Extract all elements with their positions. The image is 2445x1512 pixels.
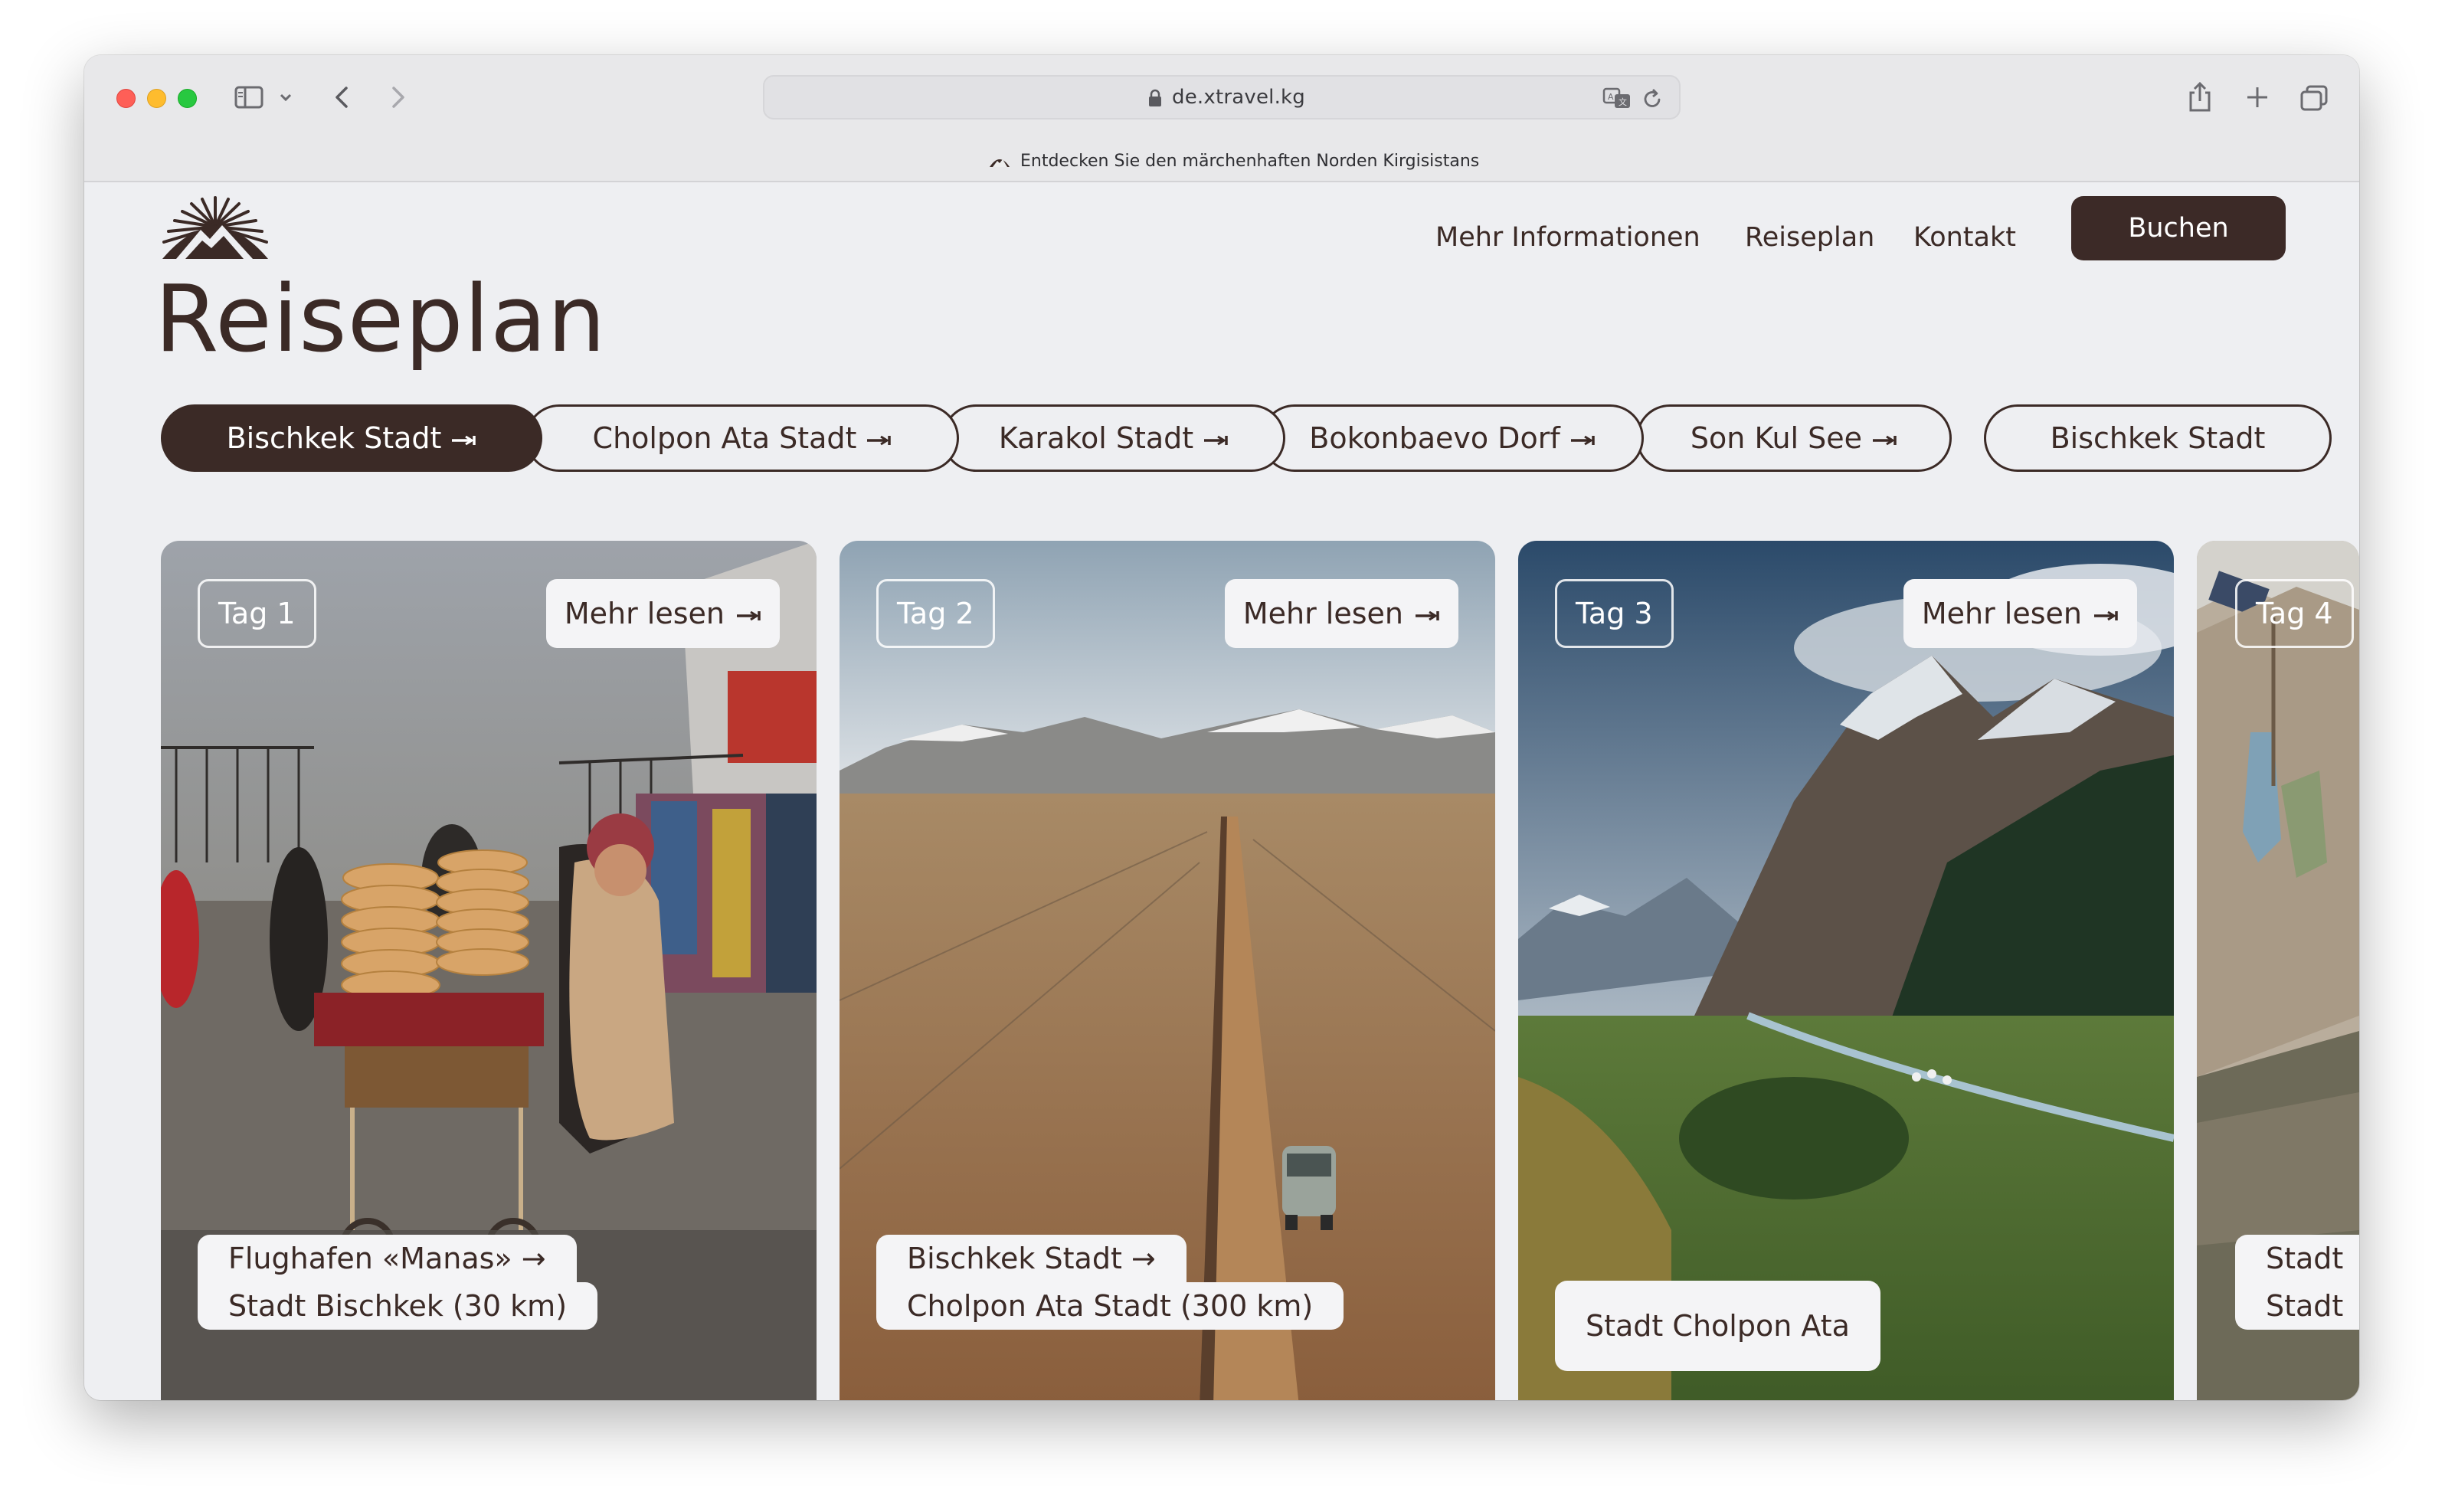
nav-link-itinerary[interactable]: Reiseplan: [1745, 222, 1874, 253]
read-more-label: Mehr lesen: [1921, 597, 2082, 630]
route-tab-4[interactable]: Bokonbaevo Dorf: [1261, 404, 1644, 472]
arrow-right-icon: [1570, 435, 1595, 445]
read-more-label: Mehr lesen: [1242, 597, 1403, 630]
sidebar-icon[interactable]: [234, 86, 263, 109]
forward-arrow-icon[interactable]: [386, 84, 409, 110]
day-card-2[interactable]: Tag 2 Mehr lesen Bischkek Stadt → Cholpo…: [840, 541, 1495, 1400]
new-tab-icon[interactable]: [2244, 84, 2270, 110]
route-tab-1[interactable]: Bischkek Stadt: [161, 404, 542, 472]
site-favicon-icon: [990, 159, 1010, 167]
route-tab-3[interactable]: Karakol Stadt: [942, 404, 1285, 472]
mountain-valley-photo: [1518, 541, 2174, 1400]
browser-toolbar: de.xtravel.kg A 文 Entdecken Sie den märc…: [84, 55, 2359, 182]
route-tab-label: Bokonbaevo Dorf: [1309, 421, 1560, 455]
tab-bar: Entdecken Sie den märchenhaften Norden K…: [84, 141, 2359, 182]
translate-icon[interactable]: A 文: [1602, 86, 1633, 110]
url-text: de.xtravel.kg: [1172, 86, 1305, 109]
page-content: Mehr Informationen Reiseplan Kontakt Buc…: [84, 182, 2359, 1400]
book-button[interactable]: Buchen: [2071, 196, 2286, 260]
card-caption-line2: Stadt: [2235, 1282, 2359, 1330]
arrow-right-icon: [1873, 435, 1897, 445]
reload-icon[interactable]: [1642, 87, 1664, 110]
read-more-button[interactable]: Mehr lesen: [545, 579, 780, 648]
lock-icon: [1149, 89, 1161, 106]
read-more-button[interactable]: Mehr lesen: [1224, 579, 1458, 648]
arrow-right-icon: [2094, 610, 2118, 620]
back-arrow-icon[interactable]: [331, 84, 354, 110]
day-card-1[interactable]: Tag 1 Mehr lesen Flughafen «Manas» → Sta…: [161, 541, 817, 1400]
route-tab-label: Bischkek Stadt: [226, 421, 442, 455]
tab-title[interactable]: Entdecken Sie den märchenhaften Norden K…: [1020, 152, 1479, 171]
route-tab-6[interactable]: Bischkek Stadt: [1984, 404, 2332, 472]
read-more-label: Mehr lesen: [564, 597, 725, 630]
card-caption-line2: Cholpon Ata Stadt (300 km): [876, 1282, 1344, 1330]
close-window-button[interactable]: [116, 89, 136, 108]
route-tab-2[interactable]: Cholpon Ata Stadt: [525, 404, 959, 472]
chevron-down-icon[interactable]: [277, 87, 294, 107]
nav-link-more-info[interactable]: Mehr Informationen: [1435, 222, 1700, 253]
card-caption-line1: Bischkek Stadt →: [876, 1235, 1186, 1282]
address-bar[interactable]: de.xtravel.kg A 文: [763, 75, 1681, 119]
minimize-window-button[interactable]: [147, 89, 166, 108]
route-tab-label: Karakol Stadt: [998, 421, 1194, 455]
day-badge: Tag 2: [876, 579, 995, 648]
route-tab-label: Son Kul See: [1690, 421, 1863, 455]
svg-text:A: A: [1608, 92, 1614, 102]
svg-text:文: 文: [1619, 97, 1627, 107]
read-more-button[interactable]: Mehr lesen: [1903, 579, 2137, 648]
share-icon[interactable]: [2186, 81, 2214, 113]
arrow-right-icon: [737, 610, 761, 620]
day-card-4[interactable]: Tag 4 Stadt Stadt: [2197, 541, 2359, 1400]
card-caption-line2: Stadt Bischkek (30 km): [198, 1282, 598, 1330]
card-caption-line1: Flughafen «Manas» →: [198, 1235, 577, 1282]
nav-link-contact[interactable]: Kontakt: [1913, 222, 2016, 253]
card-caption-line1: Stadt: [2235, 1235, 2359, 1282]
mountain-sun-logo-icon[interactable]: [158, 195, 273, 259]
arrow-right-icon: [1416, 610, 1439, 620]
day-card-3[interactable]: Tag 3 Mehr lesen Stadt Cholpon Ata: [1518, 541, 2174, 1400]
tab-overview-icon[interactable]: [2299, 84, 2329, 112]
day-badge: Tag 4: [2235, 579, 2354, 648]
page-title: Reiseplan: [155, 267, 607, 373]
route-tab-5[interactable]: Son Kul See: [1636, 404, 1952, 472]
route-tabs: Bischkek Stadt Son Kul See Bokonbaevo Do…: [161, 404, 2332, 472]
browser-window: de.xtravel.kg A 文 Entdecken Sie den märc…: [84, 55, 2359, 1400]
zoom-window-button[interactable]: [178, 89, 197, 108]
day-badge: Tag 1: [198, 579, 316, 648]
card-caption: Stadt Cholpon Ata: [1555, 1281, 1880, 1371]
arrow-right-icon: [1204, 435, 1228, 445]
route-tab-label: Cholpon Ata Stadt: [592, 421, 857, 455]
arrow-right-icon: [867, 435, 892, 445]
day-badge: Tag 3: [1555, 579, 1674, 648]
route-tab-label: Bischkek Stadt: [2050, 421, 2266, 455]
arrow-right-icon: [452, 435, 476, 445]
